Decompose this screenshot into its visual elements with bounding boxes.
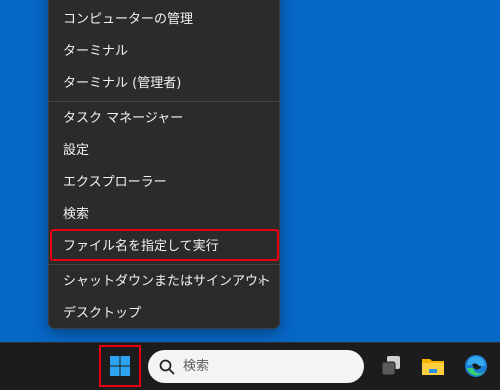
task-view-icon[interactable] [378,353,404,379]
menu-separator [49,264,279,265]
chevron-right-icon: › [257,274,263,289]
menu-item-terminal[interactable]: ターミナル [49,36,279,68]
menu-item-label: シャットダウンまたはサインアウト [63,274,272,289]
search-placeholder: 検索 [183,359,210,374]
windows-logo-icon [110,356,130,376]
menu-item-search[interactable]: 検索 [49,199,279,231]
search-icon [159,359,175,375]
winx-context-menu: コンピューターの管理 ターミナル ターミナル (管理者) タスク マネージャー … [48,0,280,329]
menu-item-explorer[interactable]: エクスプローラー [49,167,279,199]
menu-item-computer-management[interactable]: コンピューターの管理 [49,4,279,36]
menu-item-shutdown-signout[interactable]: シャットダウンまたはサインアウト › [49,266,279,298]
file-explorer-icon[interactable] [420,353,446,379]
menu-item-run[interactable]: ファイル名を指定して実行 [49,231,279,263]
start-button[interactable] [99,345,141,387]
menu-separator [49,101,279,102]
menu-item-settings[interactable]: 設定 [49,135,279,167]
edge-icon[interactable] [463,353,489,379]
menu-item-terminal-admin[interactable]: ターミナル (管理者) [49,68,279,100]
taskbar-search-box[interactable]: 検索 [148,350,364,383]
menu-item-task-manager[interactable]: タスク マネージャー [49,103,279,135]
menu-item-desktop[interactable]: デスクトップ [49,298,279,330]
